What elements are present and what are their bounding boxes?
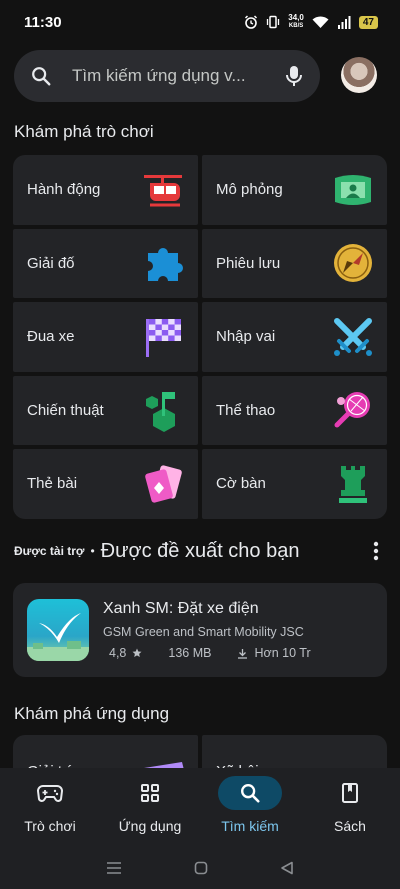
vibrate-icon	[267, 15, 280, 29]
avatar[interactable]	[341, 57, 377, 93]
category-label: Chiến thuật	[27, 401, 104, 419]
search-bar[interactable]: Tìm kiếm ứng dụng v...	[14, 50, 320, 102]
nav-label: Sách	[334, 818, 366, 834]
nav-label: Trò chơi	[24, 818, 76, 834]
category-label: Phiêu lưu	[216, 254, 281, 272]
app-rating: 4,8	[109, 646, 127, 660]
chess-rook-icon	[331, 462, 375, 506]
separator-dot: •	[90, 544, 95, 558]
download-icon	[238, 648, 248, 659]
puzzle-icon	[142, 241, 186, 285]
nav-books[interactable]: Sách	[300, 768, 400, 846]
category-label: Nhập vai	[216, 328, 276, 346]
gamepad-icon	[18, 776, 82, 810]
category-label: Hành động	[27, 181, 101, 199]
wifi-icon	[312, 16, 329, 28]
sponsored-tag: Được tài trợ	[14, 544, 85, 558]
category-strategy[interactable]: Chiến thuật	[13, 375, 198, 445]
more-options-icon[interactable]	[366, 541, 386, 561]
app-meta: 4,8 136 MB Hơn 10 Tr	[103, 646, 311, 660]
search-icon	[218, 776, 282, 810]
category-label: Thể thao	[216, 401, 276, 419]
microphone-icon[interactable]	[284, 64, 304, 88]
status-bar: 11:30 34,0 KB/S 47	[0, 0, 400, 44]
search-placeholder[interactable]: Tìm kiếm ứng dụng v...	[72, 66, 284, 86]
games-category-grid: Hành động Mô phỏng Giải đố Phiêu lưu Đua…	[13, 155, 387, 519]
category-racing[interactable]: Đua xe	[13, 302, 198, 372]
checkered-flag-icon	[142, 315, 186, 359]
strategy-flag-icon	[142, 388, 186, 433]
category-puzzle[interactable]: Giải đố	[13, 228, 198, 298]
status-icons: 34,0 KB/S 47	[244, 14, 378, 30]
app-icon	[27, 599, 89, 661]
net-speed: 34,0 KB/S	[288, 14, 304, 30]
app-info: Xanh SM: Đặt xe điện GSM Green and Smart…	[103, 600, 311, 660]
category-action[interactable]: Hành động	[13, 155, 198, 225]
battery-indicator: 47	[358, 15, 378, 29]
tennis-racket-icon	[331, 388, 375, 432]
games-section-title: Khám phá trò chơi	[14, 122, 154, 141]
category-label: Thẻ bài	[27, 475, 78, 493]
home-icon[interactable]	[194, 861, 208, 875]
app-name: Xanh SM: Đặt xe điện	[103, 600, 259, 617]
apps-section-title: Khám phá ứng dụng	[14, 704, 170, 723]
category-cards[interactable]: Thẻ bài	[13, 449, 198, 519]
category-label: Mô phỏng	[216, 181, 283, 199]
nav-apps[interactable]: Ứng dụng	[100, 768, 200, 846]
nav-search[interactable]: Tìm kiếm	[200, 768, 300, 846]
simulation-icon	[331, 168, 375, 212]
sponsored-app-card[interactable]: Xanh SM: Đặt xe điện GSM Green and Smart…	[13, 583, 387, 677]
back-icon[interactable]	[280, 861, 294, 875]
net-speed-unit: KB/S	[288, 23, 304, 29]
category-label: Giải đố	[27, 254, 75, 272]
alarm-icon	[245, 15, 258, 29]
app-developer: GSM Green and Smart Mobility JSC	[103, 625, 304, 639]
app-size: 136 MB	[168, 646, 212, 660]
search-icon	[32, 67, 51, 86]
category-label: Đua xe	[27, 328, 75, 346]
category-board[interactable]: Cờ bàn	[202, 449, 387, 519]
app-downloads: Hơn 10 Tr	[254, 646, 311, 660]
book-icon	[318, 776, 382, 810]
star-icon	[132, 648, 142, 657]
nav-label: Ứng dụng	[118, 818, 182, 834]
recommended-title: Được đề xuất cho bạn	[100, 539, 300, 562]
bottom-navigation: Trò chơi Ứng dụng Tìm kiếm Sách	[0, 768, 400, 846]
category-simulation[interactable]: Mô phỏng	[202, 155, 387, 225]
crossed-swords-icon	[331, 315, 375, 359]
nav-label: Tìm kiếm	[221, 818, 279, 834]
status-time: 11:30	[24, 13, 62, 31]
helicopter-icon	[142, 168, 186, 212]
cards-icon	[142, 462, 186, 506]
category-adventure[interactable]: Phiêu lưu	[202, 228, 387, 298]
menu-icon[interactable]	[106, 861, 122, 875]
compass-icon	[331, 241, 375, 285]
apps-grid-icon	[118, 776, 182, 810]
category-label: Cờ bàn	[216, 475, 266, 493]
category-role-playing[interactable]: Nhập vai	[202, 302, 387, 372]
system-navigation	[0, 846, 400, 889]
signal-icon	[337, 15, 351, 29]
nav-games[interactable]: Trò chơi	[0, 768, 100, 846]
sponsored-header: Được tài trợ • Được đề xuất cho bạn	[14, 537, 386, 565]
net-speed-value: 34,0	[288, 13, 304, 22]
category-sports[interactable]: Thể thao	[202, 375, 387, 445]
